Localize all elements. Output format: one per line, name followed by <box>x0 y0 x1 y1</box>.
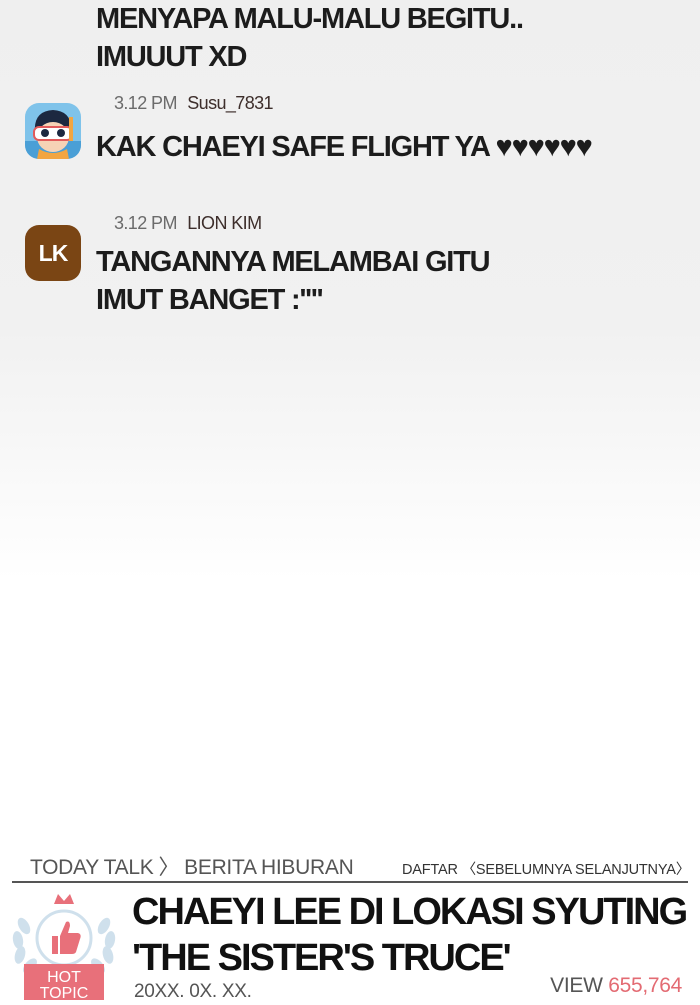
comment-username[interactable]: LION KIM <box>187 213 262 233</box>
divider <box>12 881 688 883</box>
headline-line: 'THE SISTER'S TRUCE' <box>132 937 512 979</box>
comment-text: MENYAPA MALU-MALU BEGITU.. IMUUUT XD <box>96 0 524 76</box>
next-link[interactable]: SELANJUTNYA <box>575 862 676 878</box>
breadcrumb: TODAY TALK 〉 BERITA HIBURAN <box>30 851 354 881</box>
breadcrumb-section[interactable]: TODAY TALK <box>30 856 154 879</box>
comment-text-line: IMUUUT XD <box>96 41 248 73</box>
badge-line-1: HOT <box>47 969 81 986</box>
hot-topic-badge: HOT TOPIC <box>8 886 120 1002</box>
chevron-left-icon: 〈 <box>461 862 477 878</box>
chevron-right-icon: 〉 <box>158 856 180 879</box>
prev-link[interactable]: SEBELUMNYA <box>476 862 571 878</box>
comment-text-line: MENYAPA MALU-MALU BEGITU.. <box>96 3 524 35</box>
avatar[interactable]: LK <box>25 225 81 281</box>
comment-time: 3.12 PM <box>114 93 177 113</box>
breadcrumb-category[interactable]: BERITA HIBURAN <box>184 856 354 879</box>
view-count: VIEW 655,764 <box>550 974 682 998</box>
avatar[interactable] <box>25 103 81 159</box>
comment-text-line: TANGANNYA MELAMBAI GITU <box>96 246 491 278</box>
comment-time: 3.12 PM <box>114 213 177 233</box>
comment-meta: 3.12 PM Susu_7831 <box>114 93 274 114</box>
diver-character-icon <box>25 103 81 159</box>
view-number: 655,764 <box>608 974 682 997</box>
view-label: VIEW <box>550 974 603 997</box>
chevron-right-icon: 〉 <box>675 862 691 878</box>
comment-text: TANGANNYA MELAMBAI GITU IMUT BANGET :'''… <box>96 243 491 319</box>
article-headline: CHAEYI LEE DI LOKASI SYUTING 'THE SISTER… <box>132 889 692 981</box>
avatar-initials: LK <box>38 239 69 266</box>
comment-text: KAK CHAEYI SAFE FLIGHT YA ♥♥♥♥♥♥ <box>96 131 593 163</box>
comment-text-line: IMUT BANGET :'''' <box>96 284 323 316</box>
headline-line: CHAEYI LEE DI LOKASI SYUTING <box>132 891 688 933</box>
comment-meta: 3.12 PM LION KIM <box>114 213 262 234</box>
thumbs-up-laurel-icon: HOT TOPIC <box>12 894 116 1002</box>
comment-username[interactable]: Susu_7831 <box>187 93 273 113</box>
list-link[interactable]: DAFTAR <box>402 862 458 878</box>
badge-line-2: TOPIC <box>40 985 89 1000</box>
article-nav: DAFTAR 〈SEBELUMNYA SELANJUTNYA〉 <box>402 858 690 879</box>
